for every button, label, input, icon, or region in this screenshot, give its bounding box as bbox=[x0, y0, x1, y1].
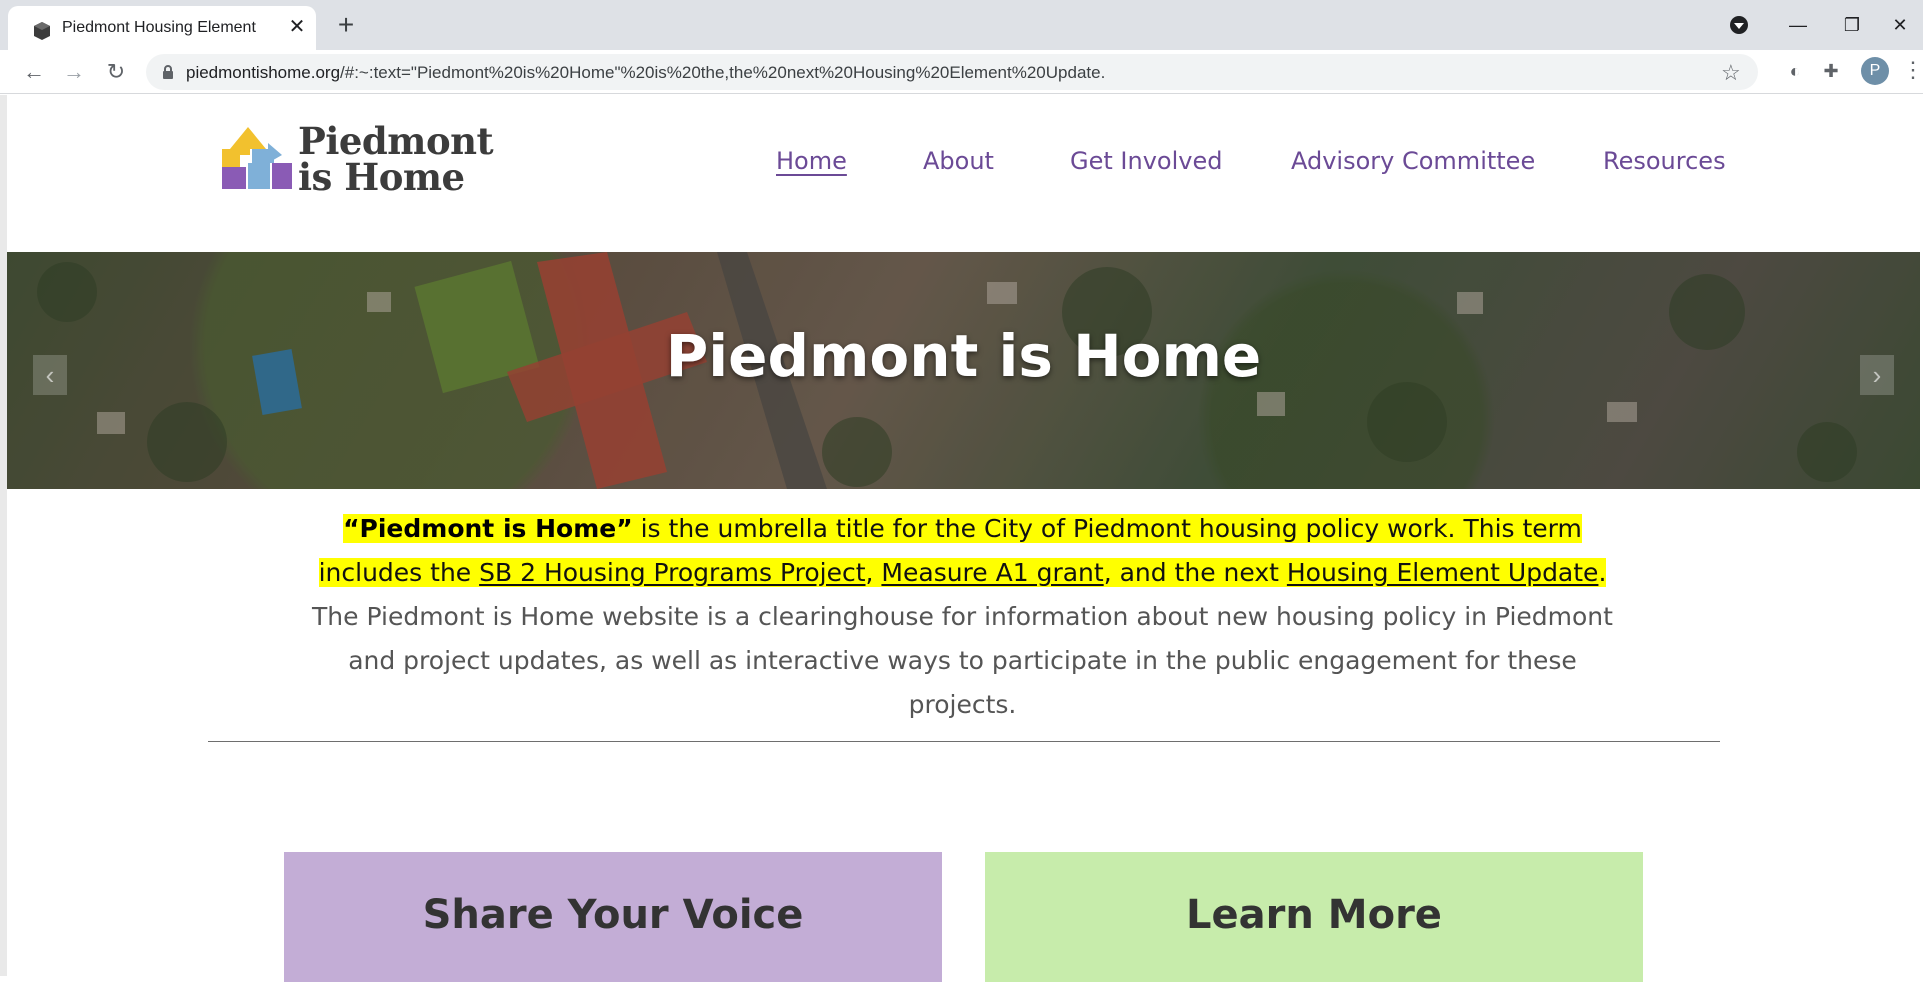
close-window-button[interactable]: ✕ bbox=[1880, 10, 1920, 40]
restore-button[interactable]: ❐ bbox=[1832, 10, 1872, 40]
cube-icon bbox=[34, 22, 50, 40]
bookmark-star-icon[interactable]: ☆ bbox=[1721, 60, 1741, 86]
tab-search-icon[interactable] bbox=[1728, 14, 1750, 36]
menu-kebab-icon[interactable]: ⋮ bbox=[1902, 56, 1923, 84]
browser-toolbar: ← → ↻ piedmontishome.org/#:~:text="Piedm… bbox=[0, 50, 1923, 94]
browser-tabstrip: Piedmont Housing Element ✕ + — ❐ ✕ bbox=[0, 0, 1923, 50]
extension-circle-icon[interactable]: ◐ bbox=[1782, 58, 1808, 84]
nav-get-involved[interactable]: Get Involved bbox=[1070, 147, 1222, 175]
nav-about[interactable]: About bbox=[923, 147, 994, 175]
close-tab-icon[interactable]: ✕ bbox=[286, 16, 308, 38]
forward-arrow-icon[interactable]: → bbox=[60, 58, 88, 86]
link-measure-a1-grant[interactable]: Measure A1 grant bbox=[881, 558, 1103, 587]
link-housing-element-update[interactable]: Housing Element Update bbox=[1287, 558, 1599, 587]
puzzle-icon[interactable]: ✚ bbox=[1818, 58, 1844, 84]
share-your-voice-card[interactable]: Share Your Voice bbox=[284, 852, 942, 982]
hero-title: Piedmont is Home bbox=[665, 322, 1262, 390]
browser-tab[interactable]: Piedmont Housing Element ✕ bbox=[8, 6, 316, 50]
lock-icon bbox=[163, 65, 173, 79]
intro-paragraph: “Piedmont is Home” is the umbrella title… bbox=[312, 514, 1613, 719]
tab-title: Piedmont Housing Element bbox=[62, 19, 256, 36]
url-text: piedmontishome.org/#:~:text="Piedmont%20… bbox=[186, 63, 1106, 82]
card-title: Share Your Voice bbox=[422, 892, 804, 938]
page-gutter bbox=[0, 95, 7, 976]
profile-avatar[interactable]: P bbox=[1861, 57, 1889, 85]
carousel-next-button[interactable]: › bbox=[1860, 355, 1894, 395]
link-sb2-housing-programs[interactable]: SB 2 Housing Programs Project bbox=[479, 558, 865, 587]
nav-advisory-committee[interactable]: Advisory Committee bbox=[1291, 147, 1535, 175]
address-bar[interactable]: piedmontishome.org/#:~:text="Piedmont%20… bbox=[146, 54, 1758, 90]
learn-more-card[interactable]: Learn More bbox=[985, 852, 1643, 982]
nav-home[interactable]: Home bbox=[776, 147, 847, 175]
hero-banner: Piedmont is Home ‹ › bbox=[7, 252, 1920, 489]
new-tab-button[interactable]: + bbox=[332, 11, 360, 40]
intro-quote-title: “Piedmont is Home” bbox=[343, 514, 633, 543]
section-divider bbox=[208, 741, 1720, 742]
back-arrow-icon[interactable]: ← bbox=[20, 58, 48, 86]
main-nav: Home About Get Involved Advisory Committ… bbox=[0, 147, 1923, 187]
minimize-button[interactable]: — bbox=[1778, 10, 1818, 40]
card-title: Learn More bbox=[1186, 892, 1442, 938]
web-page: Piedmont is Home Home About Get Involved… bbox=[0, 95, 1923, 982]
carousel-prev-button[interactable]: ‹ bbox=[33, 355, 67, 395]
reload-icon[interactable]: ↻ bbox=[102, 58, 130, 86]
nav-resources[interactable]: Resources bbox=[1603, 147, 1726, 175]
